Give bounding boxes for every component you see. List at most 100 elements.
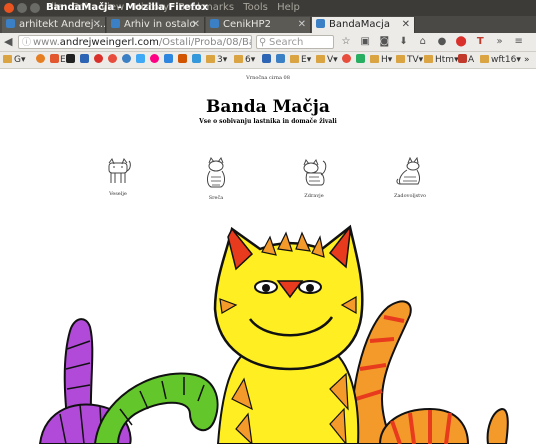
bookmark-site[interactable] [36, 54, 46, 66]
bookmark-site[interactable] [150, 54, 160, 66]
red-cat [378, 407, 509, 444]
folder-icon [370, 55, 379, 63]
folder-icon [396, 55, 405, 63]
bookmark-favicon-icon [192, 54, 201, 63]
window-titlebar: File Edit View History Bookmarks Tools H… [0, 0, 536, 16]
tab-bandamacja[interactable]: BandaMacja ✕ [312, 17, 415, 33]
bookmark-favicon-icon [164, 54, 173, 63]
home-icon[interactable]: ⌂ [415, 34, 431, 50]
nav-zadovoljstvo[interactable]: Zadovoljstvo [380, 157, 440, 199]
nav-sreca[interactable]: Sreča [186, 157, 246, 201]
tab-close-icon[interactable]: ✕ [402, 17, 410, 32]
bookmark-site[interactable] [136, 54, 146, 66]
folder-icon [3, 55, 12, 63]
bookmark-folder[interactable]: H▾ [370, 54, 392, 66]
bookmark-label: V [327, 55, 334, 65]
nav-zdravje[interactable]: Zdravje [284, 157, 344, 199]
nav-label: Veselje [109, 191, 127, 197]
bookmark-site[interactable] [342, 54, 352, 66]
hamburger-menu-icon[interactable]: ≡ [511, 34, 527, 50]
bookmarks-toolbar: G▾ E 3▾ 6▾ E▾ V▾ H▾ TV▾ Htm▾ A wft16▾ » [0, 52, 536, 69]
bookmark-site[interactable] [108, 54, 118, 66]
back-icon[interactable]: ◀ [4, 34, 12, 50]
bookmark-folder[interactable]: E▾ [290, 54, 311, 66]
bookmark-folder[interactable]: G▾ [3, 54, 26, 66]
bookmark-folder[interactable]: 6▾ [234, 54, 255, 66]
overflow-chevron-icon[interactable]: » [492, 34, 508, 50]
bookmark-site[interactable] [192, 54, 202, 66]
tab-close-icon[interactable]: ✕ [298, 17, 306, 32]
bookmark-label: 6 [245, 55, 251, 65]
navigation-toolbar: ◀ ⓘ www.andrejweingerl.com/Ostali/Proba/… [0, 33, 536, 52]
tab-arhitekt[interactable]: arhitekt Andrej ... ✕ [2, 17, 106, 33]
pocket-icon[interactable]: ◙ [376, 34, 392, 50]
bookmark-site[interactable] [178, 54, 188, 66]
nav-label: Sreča [208, 195, 224, 201]
cat-illustration [38, 224, 509, 444]
bookmark-favicon-icon [94, 54, 103, 63]
bookmark-favicon-icon [150, 54, 159, 63]
bookmark-label: E [60, 55, 66, 65]
bookmark-label: wft16 [491, 55, 517, 65]
info-icon[interactable]: ⓘ [22, 36, 31, 48]
bookmark-favicon-icon [276, 54, 285, 63]
bookmark-favicon-icon [122, 54, 131, 63]
search-icon: ⚲ [259, 37, 267, 48]
bookmark-label: H [381, 55, 388, 65]
visit-counter: Vrnočna cirna 08 [246, 75, 290, 81]
nav-veselje[interactable]: Veselje [88, 157, 148, 197]
bookmark-site[interactable] [80, 54, 90, 66]
yellow-cat [213, 224, 364, 444]
nav-label: Zadovoljstvo [393, 193, 427, 199]
cat-sketch-icon [108, 157, 131, 183]
bookmarks-overflow-icon[interactable]: » [524, 54, 530, 66]
tab-close-icon[interactable]: ✕ [93, 17, 101, 32]
folder-icon [480, 55, 489, 63]
toolbar-icons: ☆ ▣ ◙ ⬇ ⌂ ● ⬤ T » ≡ [338, 34, 527, 50]
chat-icon[interactable]: ● [434, 34, 450, 50]
tab-cenik[interactable]: CenikHP2 ✕ [206, 17, 311, 33]
menu-help[interactable]: Help [277, 2, 300, 13]
bookmark-label: A [468, 55, 475, 65]
bookmark-label: E [301, 55, 307, 65]
bookmark-site[interactable] [122, 54, 132, 66]
text-tool-icon[interactable]: T [472, 34, 488, 50]
bookmark-site[interactable] [356, 54, 366, 66]
tab-close-icon[interactable]: ✕ [192, 17, 200, 32]
screenshot-icon[interactable]: ▣ [357, 34, 373, 50]
tab-label: Arhiv in ostalo [124, 19, 196, 30]
cat-sketch-icon [207, 157, 225, 188]
site-favicon-icon [316, 19, 325, 28]
download-icon[interactable]: ⬇ [396, 34, 412, 50]
bookmark-folder[interactable]: V▾ [316, 54, 338, 66]
bookmark-site[interactable] [262, 54, 272, 66]
bookmark-site[interactable] [164, 54, 174, 66]
folder-icon [234, 55, 243, 63]
bookmark-site[interactable]: A [458, 54, 474, 66]
bookmark-favicon-icon [80, 54, 89, 63]
bookmark-folder[interactable]: TV▾ [396, 54, 423, 66]
bookmark-favicon-icon [458, 54, 467, 63]
menu-overlay: File Edit View History Bookmarks Tools H… [0, 2, 536, 14]
search-input[interactable]: ⚲ Search [256, 35, 334, 49]
page-title: Banda Mačja [206, 97, 330, 117]
bookmark-label: Htm [435, 55, 455, 65]
tab-arhiv[interactable]: Arhiv in ostalo ✕ [107, 17, 205, 33]
bookmark-site[interactable]: E [50, 54, 66, 66]
bookmark-site[interactable] [276, 54, 286, 66]
bookmark-folder[interactable]: 3▾ [206, 54, 227, 66]
bookmark-site[interactable] [94, 54, 104, 66]
bookmark-folder[interactable]: wft16▾ [480, 54, 521, 66]
url-prefix: www. [33, 37, 60, 48]
addon-abp-icon[interactable]: ⬤ [453, 34, 469, 50]
url-host: andrejweingerl.com [59, 37, 159, 48]
url-bar[interactable]: ⓘ www.andrejweingerl.com/Ostali/Proba/08… [18, 35, 252, 49]
menu-tools[interactable]: Tools [243, 2, 268, 13]
page-content: Vrnočna cirna 08 Banda Mačja Vse o sobiv… [0, 69, 536, 444]
site-favicon-icon [210, 19, 219, 28]
bookmark-site[interactable] [66, 54, 76, 66]
bookmark-folder[interactable]: Htm▾ [424, 54, 459, 66]
bookmark-star-icon[interactable]: ☆ [338, 34, 354, 50]
site-favicon-icon [6, 19, 15, 28]
green-cat [93, 372, 219, 444]
